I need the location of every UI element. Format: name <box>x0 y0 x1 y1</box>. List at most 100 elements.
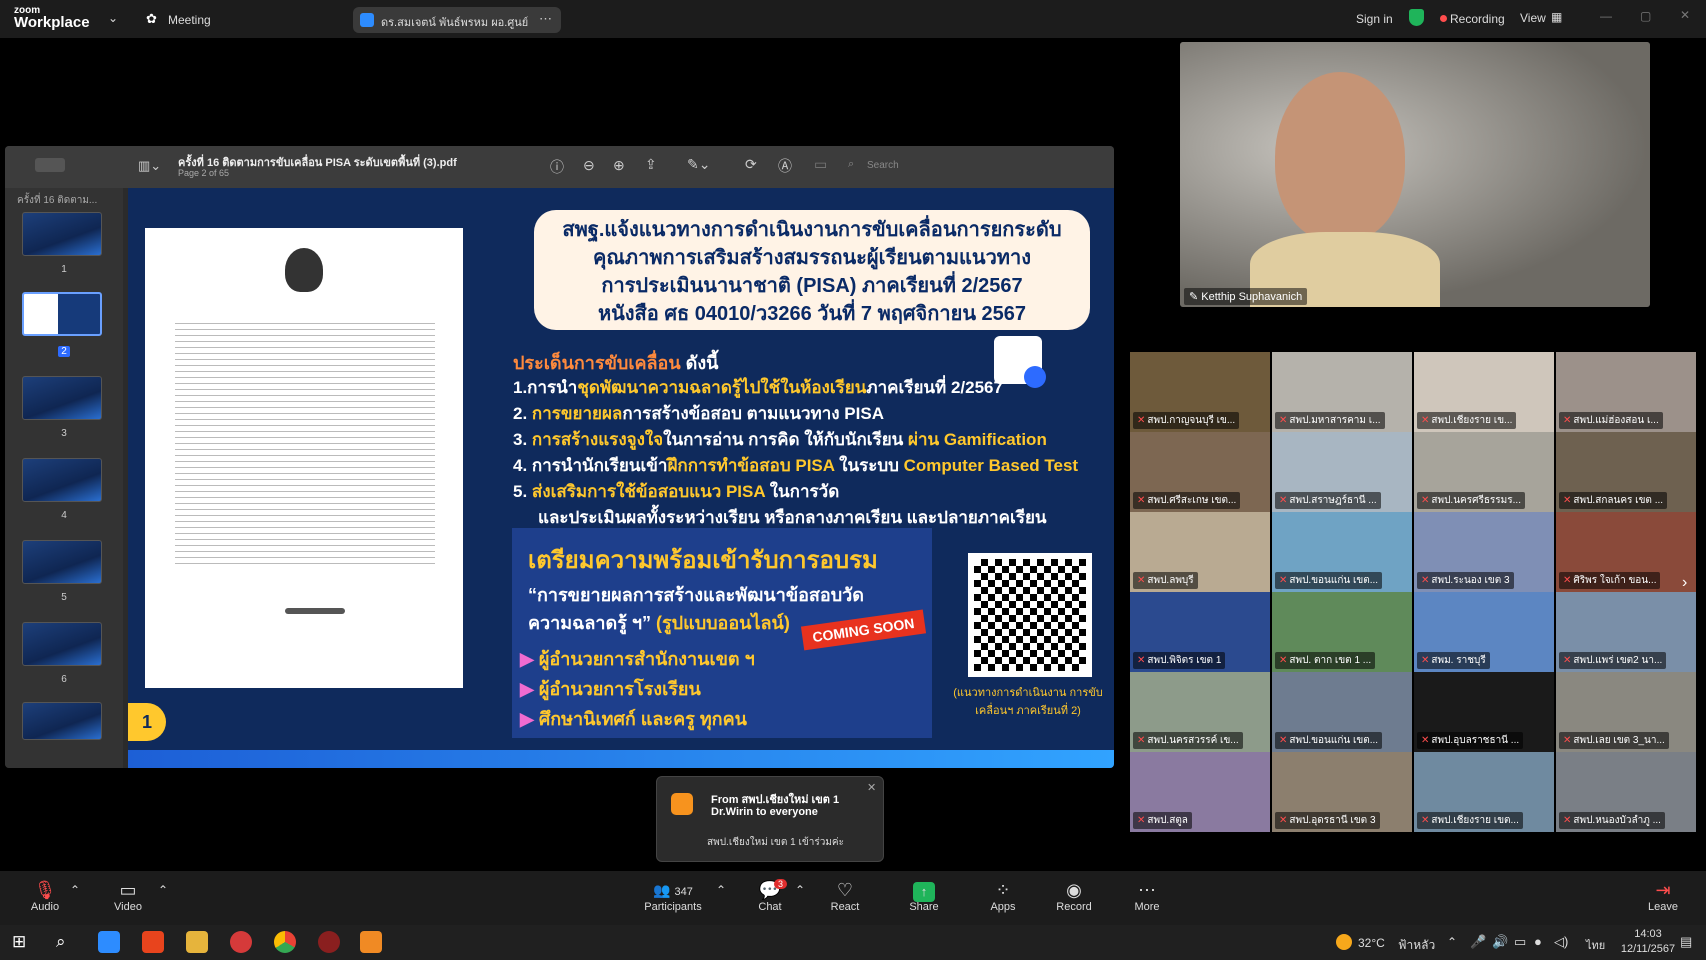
zoom-app-icon[interactable] <box>98 931 120 953</box>
leave-button[interactable]: ⇥ Leave <box>1628 879 1698 913</box>
input-language[interactable]: ไทย <box>1586 936 1605 954</box>
zoom-in-icon[interactable]: ⊕ <box>613 157 625 174</box>
next-page-chevron-icon[interactable]: › <box>1682 574 1687 592</box>
share-button[interactable]: ↑ Share <box>889 879 959 913</box>
participant-tile[interactable]: ✕ สพม. ราชบุรี <box>1414 592 1554 672</box>
thumbnail-page-3[interactable] <box>22 376 102 420</box>
slides-app-icon[interactable] <box>142 931 164 953</box>
participant-tile[interactable]: ✕ สพป.ขอนแก่น เขต... <box>1272 672 1412 752</box>
participants-button[interactable]: 👥 347 Participants <box>638 879 708 913</box>
react-button[interactable]: ♡ React <box>810 879 880 913</box>
file-explorer-icon[interactable] <box>186 931 208 953</box>
minimize-icon[interactable]: — <box>1600 9 1612 23</box>
speaker-icon[interactable]: 🔊 <box>1492 934 1508 950</box>
info-icon[interactable]: ⓘ <box>550 157 564 177</box>
target-2: ▶ ผู้อำนวยการโรงเรียน <box>520 679 701 699</box>
active-app-icon[interactable] <box>360 931 382 953</box>
thumbnail-page-6[interactable] <box>22 622 102 666</box>
form-icon[interactable]: ▭ <box>814 156 827 173</box>
participant-tile[interactable]: ✕ สพป.นครสวรรค์ เข... <box>1130 672 1270 752</box>
meeting-label[interactable]: Meeting <box>168 13 211 27</box>
clock-date[interactable]: 12/11/2567 <box>1618 943 1678 955</box>
speaker-video[interactable]: ✎ Ketthip Suphavanich <box>1180 42 1650 307</box>
participant-tile[interactable]: ✕ สพป.เชียงราย เข... <box>1414 352 1554 432</box>
chat-chevron-icon[interactable]: ⌃ <box>795 883 805 897</box>
windows-start-icon[interactable]: ⊞ <box>12 932 26 952</box>
zoom-out-icon[interactable]: ⊖ <box>583 157 595 174</box>
participant-tile[interactable]: ✕ สพป. ตาก เขต 1 ... <box>1272 592 1412 672</box>
participant-tile[interactable]: ✕ สพป.อุบลราชธานี ... <box>1414 672 1554 752</box>
network-icon[interactable]: ▭ <box>1514 934 1526 950</box>
screen-share-pill[interactable]: ดร.สมเจตน์ พันธ์พรหม ผอ.ศูนย์ PISA ส ⋯ <box>353 7 561 33</box>
record-button[interactable]: ◉ Record <box>1039 879 1109 913</box>
training-panel: เตรียมความพร้อมเข้ารับการอบรม “การขยายผล… <box>512 528 932 738</box>
participant-tile[interactable]: ✕ สพป.เชียงราย เขต... <box>1414 752 1554 832</box>
view-menu-icon[interactable]: ▥⌄ <box>138 158 161 174</box>
rotate-icon[interactable]: ⟳ <box>745 156 757 173</box>
participant-tile[interactable]: ✕ สพป.หนองบัวลำภู ... <box>1556 752 1696 832</box>
heart-icon: ♡ <box>836 880 854 900</box>
participant-tile[interactable]: ✕ สพป.ศรีสะเกษ เขต... <box>1130 432 1270 512</box>
participant-tile[interactable]: ✕ สพป.แพร่ เขต2 นา... <box>1556 592 1696 672</box>
recording-indicator[interactable]: Recording <box>1450 12 1505 26</box>
sign-in-link[interactable]: Sign in <box>1356 12 1393 26</box>
markup-icon[interactable]: Ⓐ <box>778 156 792 176</box>
app-icon[interactable] <box>318 931 340 953</box>
notification-icon[interactable]: ▤ <box>1680 934 1692 950</box>
close-icon[interactable]: ✕ <box>1680 8 1690 22</box>
apps-button[interactable]: ⁘ Apps <box>968 879 1038 913</box>
garuda-emblem-icon <box>285 248 323 292</box>
participant-tile[interactable]: ✕ สพป.มหาสารคาม เ... <box>1272 352 1412 432</box>
participant-tile[interactable]: ✕ สพป.พิจิตร เขต 1 <box>1130 592 1270 672</box>
point-3: 3. การสร้างแรงจูงใจในการอ่าน การคิด ให้ก… <box>513 430 1047 449</box>
view-button[interactable]: View <box>1520 11 1546 25</box>
more-options-icon[interactable]: ⋯ <box>539 11 552 27</box>
participant-tile[interactable]: ✕ สพป.แม่ฮ่องสอน เ... <box>1556 352 1696 432</box>
video-options-chevron-icon[interactable]: ⌃ <box>158 883 168 897</box>
pen-icon[interactable]: ✎⌄ <box>687 156 710 173</box>
maximize-icon[interactable]: ▢ <box>1640 9 1651 23</box>
thumbnail-page-5[interactable] <box>22 540 102 584</box>
panel-title: เตรียมความพร้อมเข้ารับการอบรม <box>528 547 878 574</box>
tray-chevron-icon[interactable]: ⌃ <box>1447 935 1457 949</box>
meeting-icon: ✿ <box>146 11 157 26</box>
participant-tile[interactable]: ✕ สพป.ระนอง เขต 3 <box>1414 512 1554 592</box>
participant-tile[interactable]: ✕ สพป.สกลนคร เขต ... <box>1556 432 1696 512</box>
participant-tile[interactable]: ✕ ศิริพร ใจเก้า ขอน... <box>1556 512 1696 592</box>
target-1: ▶ ผู้อำนวยการสำนักงานเขต ฯ <box>520 649 755 669</box>
participant-tile[interactable]: ✕ สพป.สราษฎร์ธานี ... <box>1272 432 1412 512</box>
close-icon[interactable]: ✕ <box>867 781 876 794</box>
audio-options-chevron-icon[interactable]: ⌃ <box>70 883 80 897</box>
participant-tile[interactable]: ✕ สพป.สตูล <box>1130 752 1270 832</box>
record-app-icon[interactable] <box>230 931 252 953</box>
participant-tile[interactable]: ✕ สพป.นครศรีธรรมร... <box>1414 432 1554 512</box>
participant-tile[interactable]: ✕ สพป.เลย เขต 3_นา... <box>1556 672 1696 752</box>
share-icon[interactable]: ⇪ <box>645 156 657 173</box>
pdf-search-input[interactable]: Search <box>867 160 899 171</box>
point-5-continued: และประเมินผลทั้งระหว่างเรียน หรือกลางภาค… <box>538 508 1047 527</box>
participant-tile[interactable]: ✕ สพป.ลพบุรี <box>1130 512 1270 592</box>
participant-tile[interactable]: ✕ สพป.อุดรธานี เขต 3 <box>1272 752 1412 832</box>
thumbnail-page-4[interactable] <box>22 458 102 502</box>
volume-icon[interactable]: ◁) <box>1554 934 1568 950</box>
participant-tile[interactable]: ✕ สพป.ขอนแก่น เขต... <box>1272 512 1412 592</box>
app-menu-chevron-icon[interactable]: ⌄ <box>108 11 118 25</box>
video-button[interactable]: ▭ Video <box>93 879 163 913</box>
point-4: 4. การนำนักเรียนเข้าฝึกการทำข้อสอบ PISA … <box>513 456 1079 475</box>
search-icon[interactable]: ⌕ <box>56 932 66 952</box>
thumbnail-page-7[interactable] <box>22 702 102 740</box>
chrome-icon[interactable] <box>274 931 296 953</box>
title-line: การประเมินนานาชาติ (PISA) ภาคเรียนที่ 2/… <box>601 275 1023 297</box>
participants-chevron-icon[interactable]: ⌃ <box>716 883 726 897</box>
clock-time[interactable]: 14:03 <box>1626 928 1670 940</box>
zoom-tray-icon[interactable]: ● <box>1534 934 1542 949</box>
thumbnail-page-2[interactable] <box>22 292 102 336</box>
chat-notification[interactable]: From สพป.เชียงใหม่ เขต 1 Dr.Wirin to eve… <box>656 776 884 862</box>
participant-tile[interactable]: ✕ สพป.กาญจนบุรี เข... <box>1130 352 1270 432</box>
speaker-face <box>1275 72 1405 242</box>
thumbnail-page-1[interactable] <box>22 212 102 256</box>
more-button[interactable]: ⋯ More <box>1112 879 1182 913</box>
sidebar-toggle-icon[interactable] <box>35 158 65 172</box>
shield-icon[interactable] <box>1409 9 1424 26</box>
tray-mic-icon[interactable]: 🎤 <box>1470 934 1486 950</box>
